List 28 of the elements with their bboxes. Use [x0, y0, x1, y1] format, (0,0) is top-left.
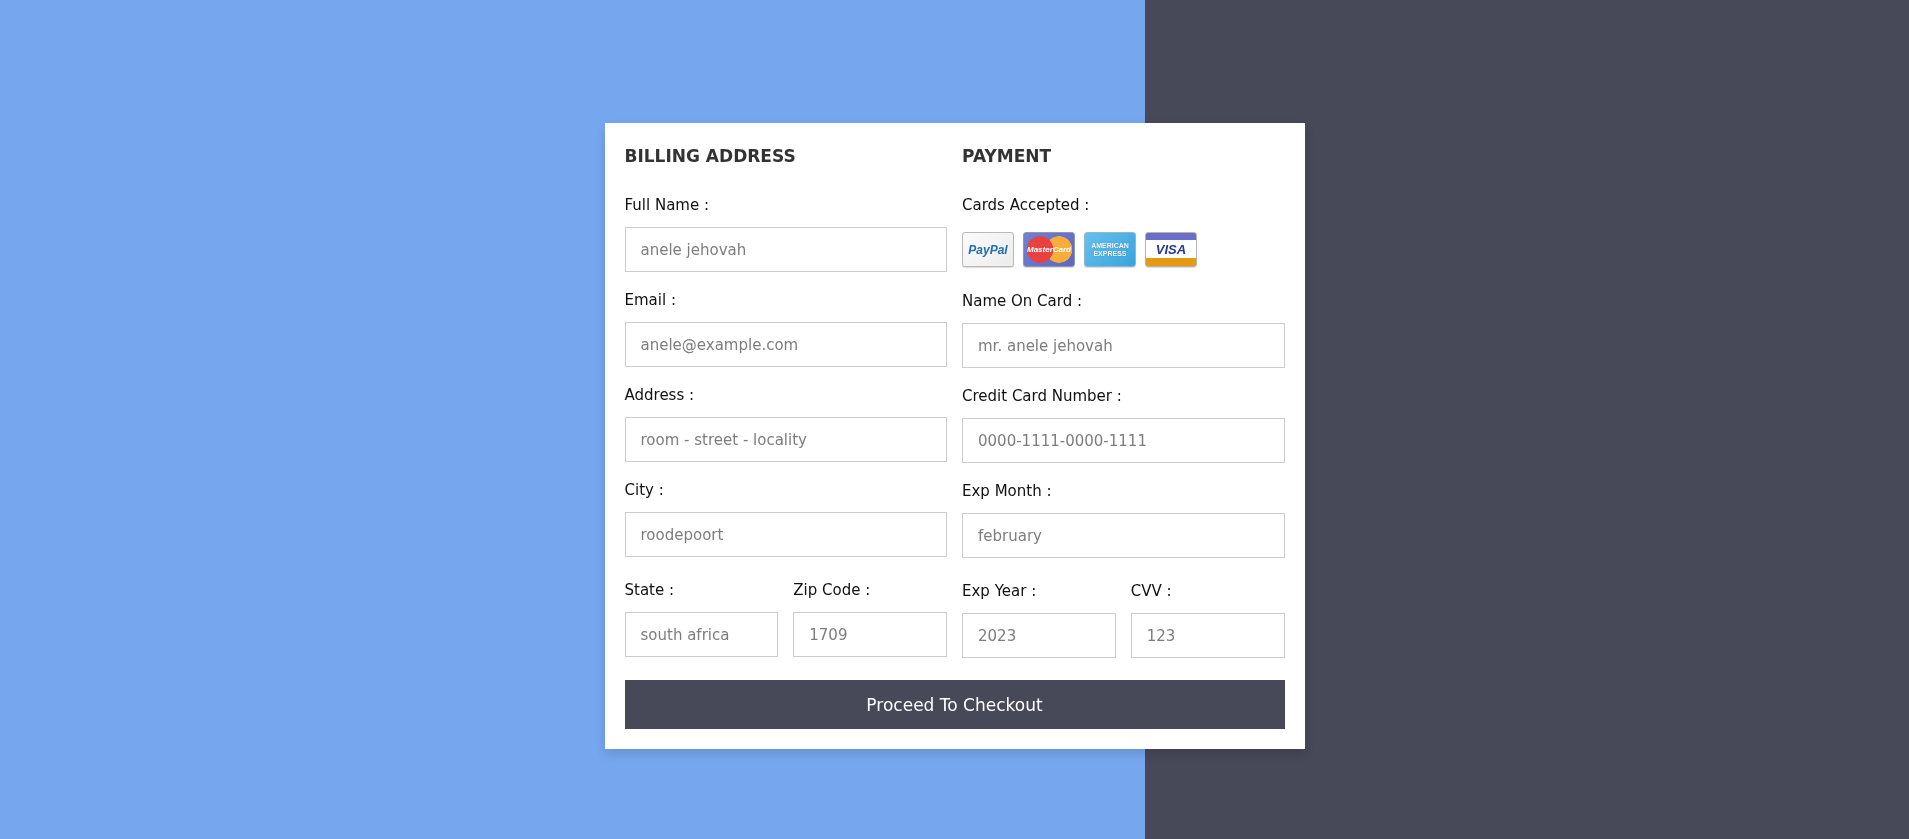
- field-label: Credit Card Number :: [962, 386, 1122, 406]
- text-field[interactable]: mr. anele jehovah: [962, 323, 1285, 368]
- field-label: Exp Month :: [962, 481, 1052, 501]
- field-label: Exp Year :: [962, 581, 1037, 601]
- checkout-button[interactable]: Proceed To Checkout: [624, 680, 1285, 729]
- field-label: Address :: [624, 385, 695, 405]
- section-title: BILLING ADDRESS: [624, 145, 796, 168]
- field-label: City :: [624, 480, 664, 500]
- field-label: Full Name :: [624, 195, 709, 215]
- field-label: Name On Card :: [962, 291, 1082, 311]
- text-field[interactable]: february: [962, 513, 1285, 558]
- text-field[interactable]: roodepoort: [624, 512, 947, 557]
- section-title: PAYMENT: [962, 145, 1052, 168]
- field-label: Cards Accepted :: [962, 195, 1090, 215]
- text-field[interactable]: anele@example.com: [624, 322, 947, 367]
- text-field[interactable]: 2023: [962, 613, 1116, 658]
- text-field[interactable]: 1709: [793, 612, 947, 657]
- text-field[interactable]: room - street - locality: [624, 417, 947, 462]
- field-label: Zip Code :: [793, 580, 871, 600]
- text-field[interactable]: 0000-1111-0000-1111: [962, 418, 1285, 463]
- card-logo: VISA: [1145, 232, 1197, 267]
- text-field[interactable]: anele jehovah: [624, 227, 947, 272]
- card-logo: PayPal: [962, 232, 1014, 267]
- field-label: Email :: [624, 290, 676, 310]
- text-field[interactable]: south africa: [624, 612, 779, 657]
- field-label: CVV :: [1130, 581, 1172, 601]
- text-field[interactable]: 123: [1130, 613, 1285, 658]
- field-label: State :: [624, 580, 675, 600]
